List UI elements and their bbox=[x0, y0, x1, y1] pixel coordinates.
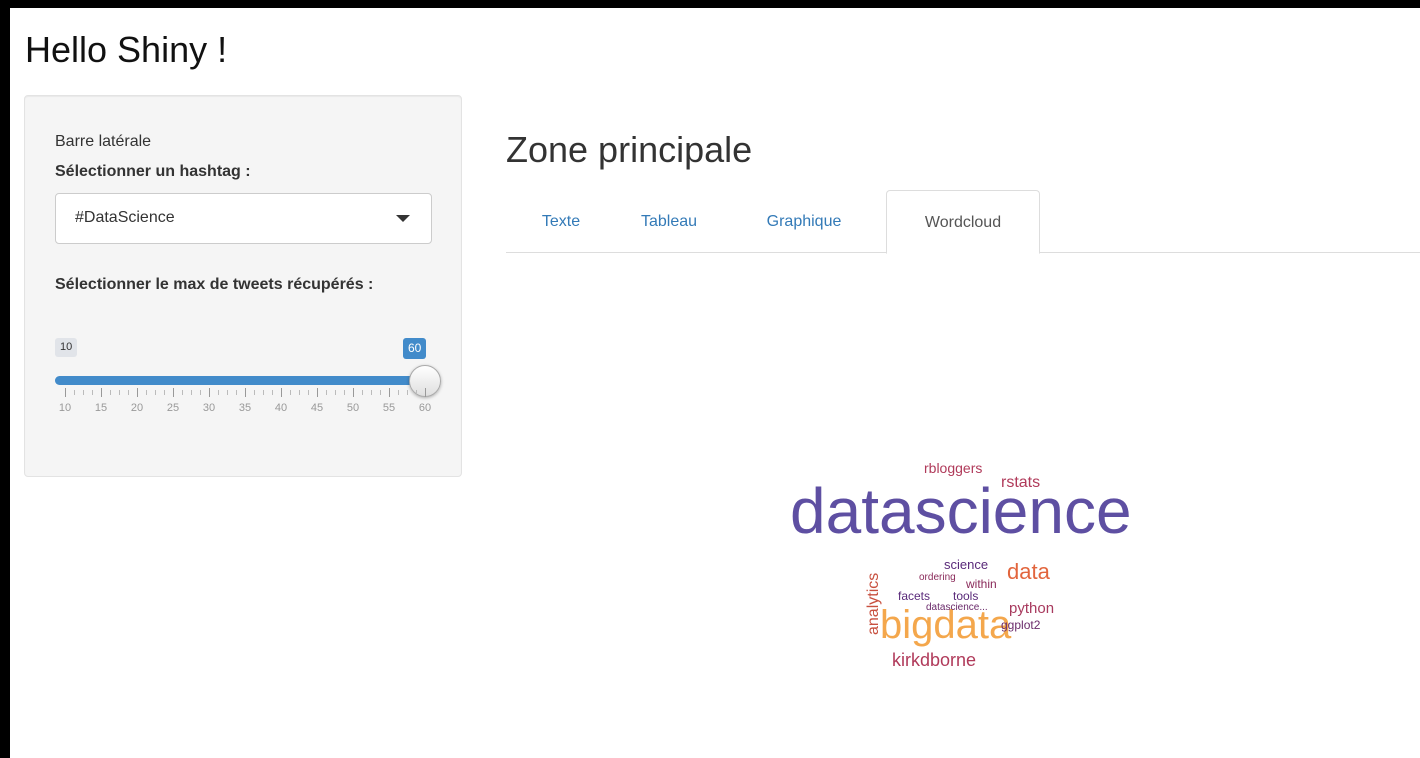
slider-value-badge: 60 bbox=[403, 338, 427, 359]
slider-minor-tick bbox=[146, 390, 147, 395]
slider-minor-tick bbox=[272, 390, 273, 395]
slider-minor-tick bbox=[164, 390, 165, 395]
slider-tick-label: 50 bbox=[346, 402, 360, 414]
slider-min-badge: 10 bbox=[55, 338, 78, 357]
slider-minor-tick bbox=[398, 390, 399, 395]
max-tweets-label: Sélectionner le max de tweets récupérés … bbox=[55, 276, 374, 293]
slider-tick-label: 15 bbox=[94, 402, 108, 414]
tab-graphique[interactable]: Graphique bbox=[722, 190, 886, 253]
slider-minor-tick bbox=[407, 390, 408, 395]
slider-minor-tick bbox=[200, 390, 201, 395]
word-ggplot2: ggplot2 bbox=[1001, 618, 1041, 632]
slider-tick-label: 30 bbox=[202, 402, 216, 414]
slider-minor-tick bbox=[110, 390, 111, 395]
slider-tick bbox=[353, 388, 354, 397]
app-title: Hello Shiny ! bbox=[25, 29, 228, 70]
slider-fill bbox=[55, 376, 431, 385]
word-tools: tools bbox=[953, 589, 979, 603]
tab-bar: Texte Tableau Graphique Wordcloud bbox=[506, 190, 1420, 254]
slider-minor-tick bbox=[308, 390, 309, 395]
slider-minor-tick bbox=[83, 390, 84, 395]
word-analytics: analytics bbox=[865, 572, 882, 635]
word-ordering: ordering bbox=[919, 572, 956, 583]
slider-minor-tick bbox=[416, 390, 417, 395]
hashtag-label: Sélectionner un hashtag : bbox=[55, 163, 251, 180]
slider-minor-tick bbox=[299, 390, 300, 395]
tab-texte[interactable]: Texte bbox=[506, 190, 616, 253]
word-facets: facets bbox=[898, 589, 931, 603]
word-kirkdborne: kirkdborne bbox=[892, 650, 977, 670]
slider-tick-label: 10 bbox=[58, 402, 72, 414]
word-rstats: rstats bbox=[1001, 474, 1041, 491]
word-python: python bbox=[1009, 600, 1055, 617]
word-datascience-ellipsis: datascience... bbox=[926, 602, 988, 613]
tab-wordcloud[interactable]: Wordcloud bbox=[886, 190, 1040, 254]
slider-tick-label: 60 bbox=[418, 402, 432, 414]
slider-minor-tick bbox=[326, 390, 327, 395]
slider-tick bbox=[209, 388, 210, 397]
slider-minor-tick bbox=[380, 390, 381, 395]
wordcloud: datascience bigdata data kirkdborne rblo… bbox=[506, 253, 1420, 758]
slider-tick bbox=[245, 388, 246, 397]
slider-minor-tick bbox=[182, 390, 183, 395]
slider-tick bbox=[173, 388, 174, 397]
slider-minor-tick bbox=[344, 390, 345, 395]
slider-minor-tick bbox=[290, 390, 291, 395]
page-title: Zone principale bbox=[506, 129, 753, 170]
slider-tick bbox=[317, 388, 318, 397]
slider-ticks bbox=[25, 388, 463, 400]
slider-tick-label: 40 bbox=[274, 402, 288, 414]
slider-minor-tick bbox=[362, 390, 363, 395]
slider-tick-label: 25 bbox=[166, 402, 180, 414]
slider-tick bbox=[281, 388, 282, 397]
slider-minor-tick bbox=[227, 390, 228, 395]
slider-minor-tick bbox=[263, 390, 264, 395]
sidebar-panel: Barre latérale Sélectionner un hashtag :… bbox=[24, 95, 462, 477]
max-tweets-slider[interactable] bbox=[55, 376, 431, 385]
sidebar-heading: Barre latérale bbox=[55, 133, 152, 150]
word-science: science bbox=[944, 557, 989, 572]
slider-tick bbox=[425, 388, 426, 397]
slider-minor-tick bbox=[119, 390, 120, 395]
slider-tick-label: 35 bbox=[238, 402, 252, 414]
chevron-down-icon[interactable] bbox=[396, 215, 410, 222]
slider-minor-tick bbox=[74, 390, 75, 395]
slider-minor-tick bbox=[92, 390, 93, 395]
slider-minor-tick bbox=[254, 390, 255, 395]
slider-minor-tick bbox=[191, 390, 192, 395]
hashtag-select[interactable]: #DataScience bbox=[55, 193, 432, 244]
slider-tick bbox=[389, 388, 390, 397]
slider-minor-tick bbox=[371, 390, 372, 395]
tab-tableau[interactable]: Tableau bbox=[616, 190, 722, 253]
word-data: data bbox=[1007, 559, 1050, 584]
slider-minor-tick bbox=[218, 390, 219, 395]
slider-minor-tick bbox=[335, 390, 336, 395]
slider-tick-label: 55 bbox=[382, 402, 396, 414]
app-window: Hello Shiny ! Barre latérale Sélectionne… bbox=[10, 8, 1420, 758]
slider-tick-label: 45 bbox=[310, 402, 324, 414]
slider-minor-tick bbox=[128, 390, 129, 395]
hashtag-select-value: #DataScience bbox=[75, 209, 175, 226]
slider-tick-label: 20 bbox=[130, 402, 144, 414]
slider-minor-tick bbox=[155, 390, 156, 395]
slider-minor-tick bbox=[236, 390, 237, 395]
slider-tick bbox=[65, 388, 66, 397]
slider-tick bbox=[101, 388, 102, 397]
word-datascience: datascience bbox=[790, 475, 1132, 547]
word-rbloggers: rbloggers bbox=[924, 460, 983, 476]
slider-tick bbox=[137, 388, 138, 397]
